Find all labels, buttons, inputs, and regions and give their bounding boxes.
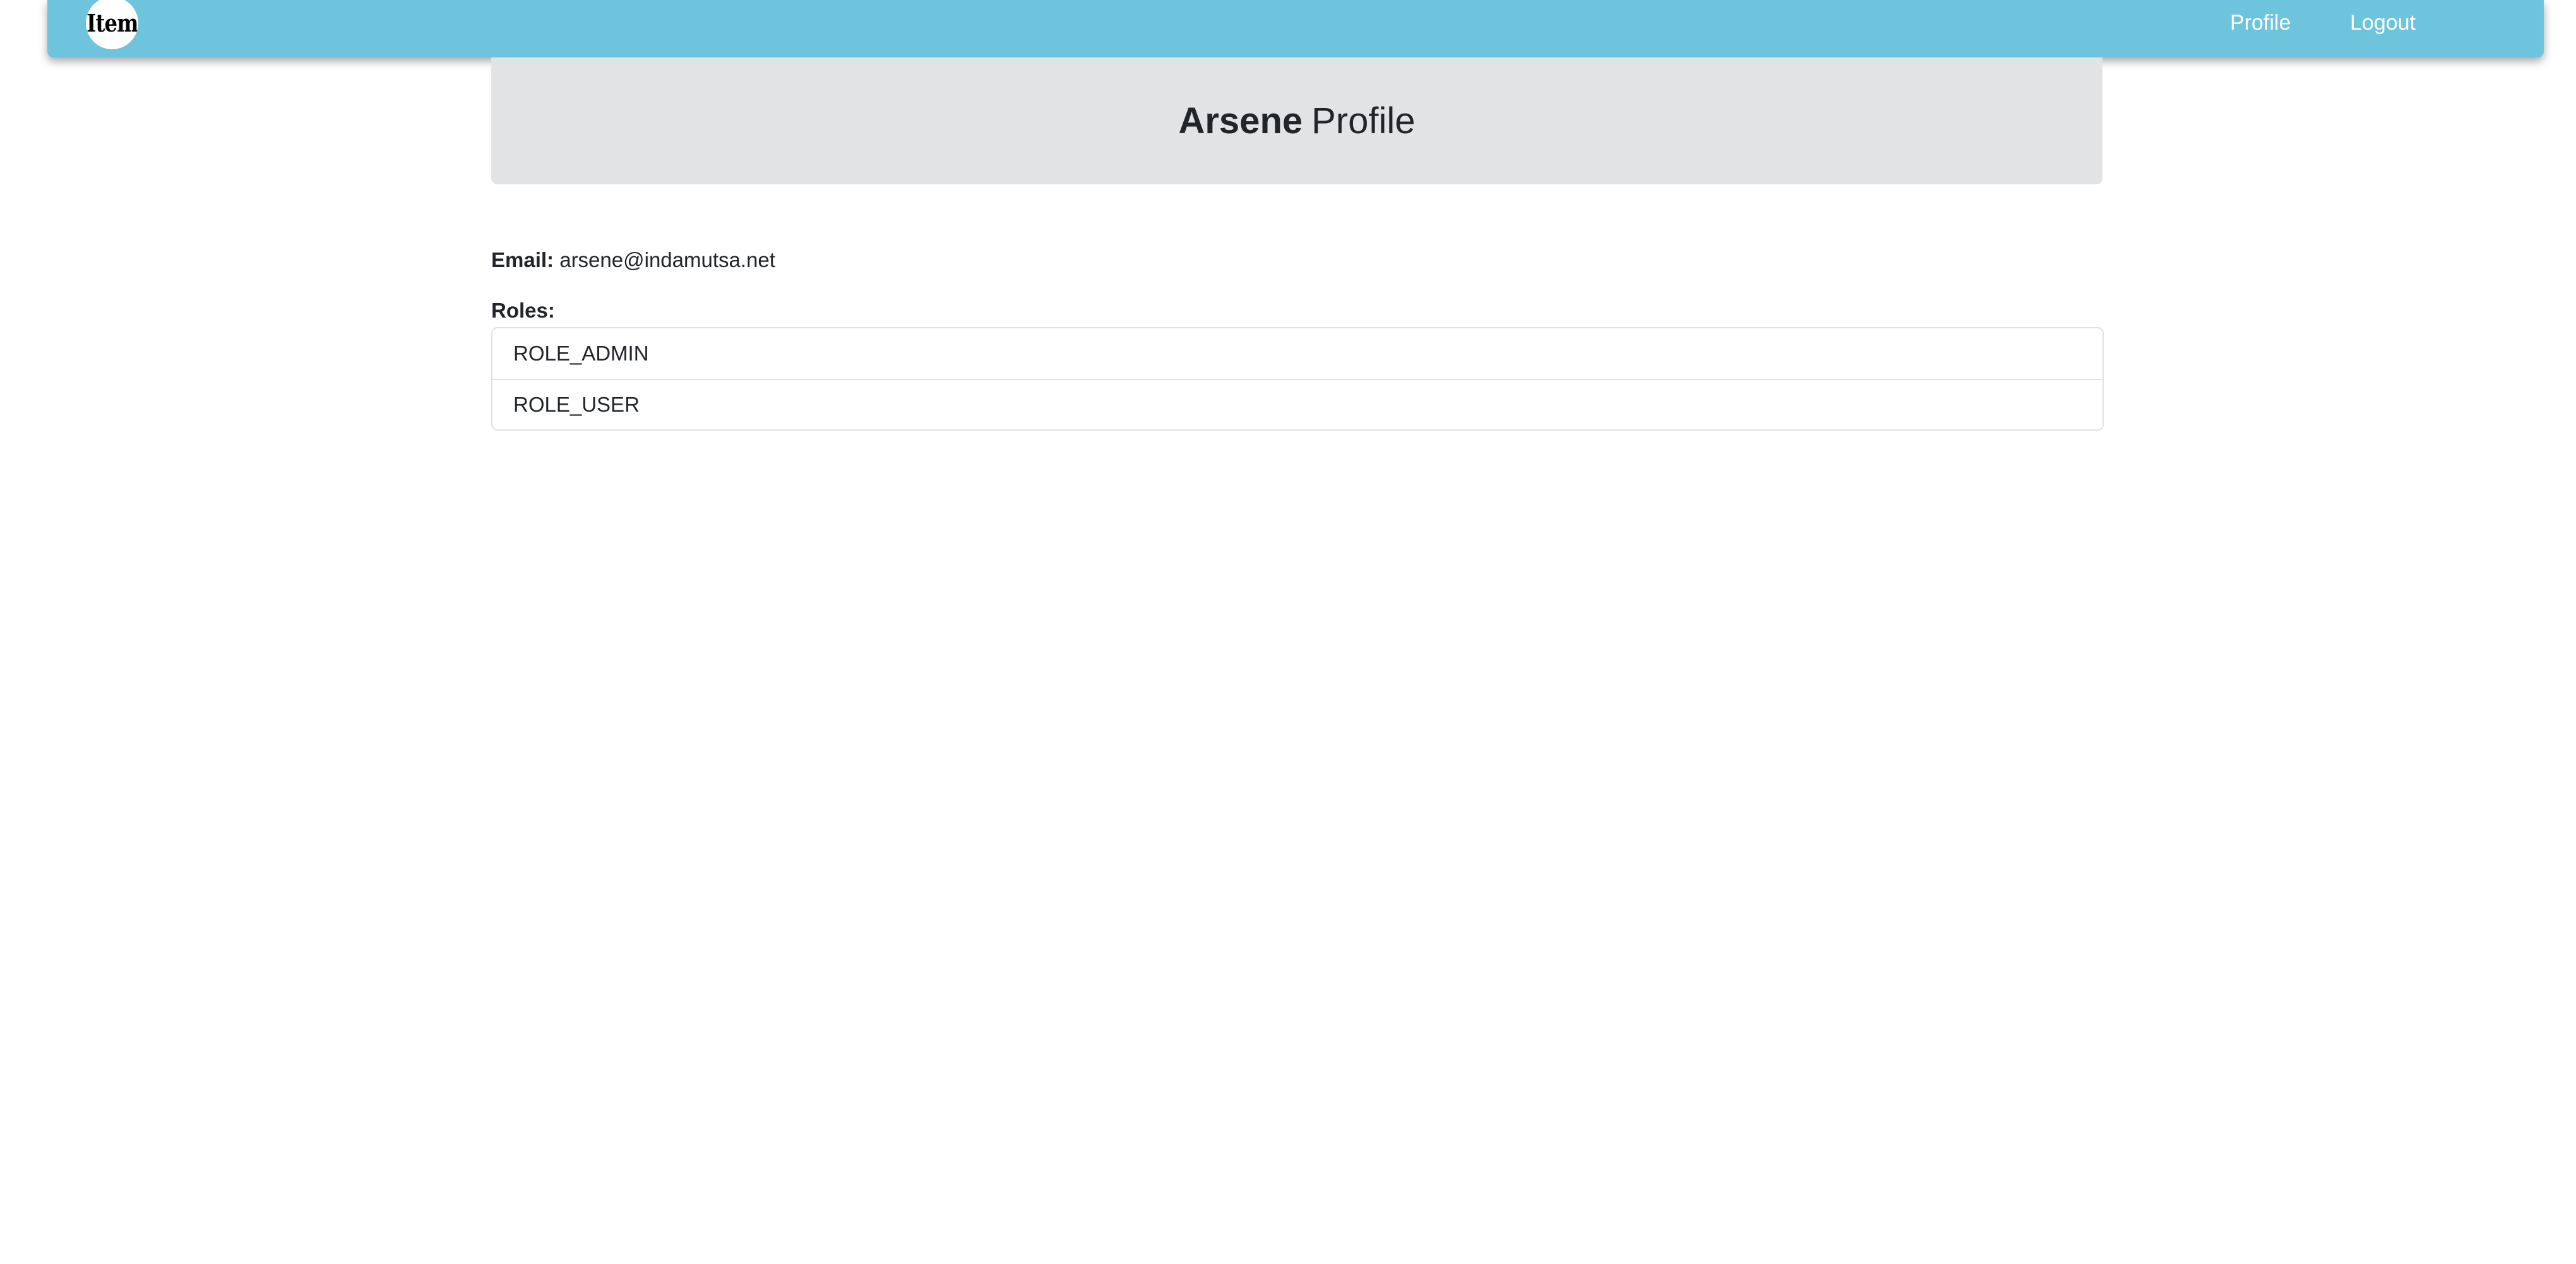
- list-item-role-admin: ROLE_ADMIN: [513, 342, 649, 365]
- profile-header: Arsene Profile: [491, 57, 2102, 184]
- nav-link-profile[interactable]: Profile: [2230, 10, 2291, 35]
- email-row: Email: arsene@indamutsa.net: [491, 247, 775, 273]
- profile-name: Arsene: [1178, 100, 1303, 141]
- roles-label: Roles:: [491, 299, 555, 322]
- top-navbar: Item Profile Logout: [47, 0, 2544, 57]
- email-value: arsene@indamutsa.net: [559, 248, 775, 271]
- nav-link-logout[interactable]: Logout: [2350, 10, 2416, 35]
- logo-text: Item: [86, 9, 138, 37]
- email-label: Email:: [491, 248, 554, 271]
- profile-title-suffix: Profile: [1311, 100, 1416, 141]
- roles-list: ROLE_ADMIN ROLE_USER: [491, 327, 2104, 431]
- logo[interactable]: Item: [86, 0, 138, 49]
- list-item-role-user: ROLE_USER: [492, 379, 2102, 429]
